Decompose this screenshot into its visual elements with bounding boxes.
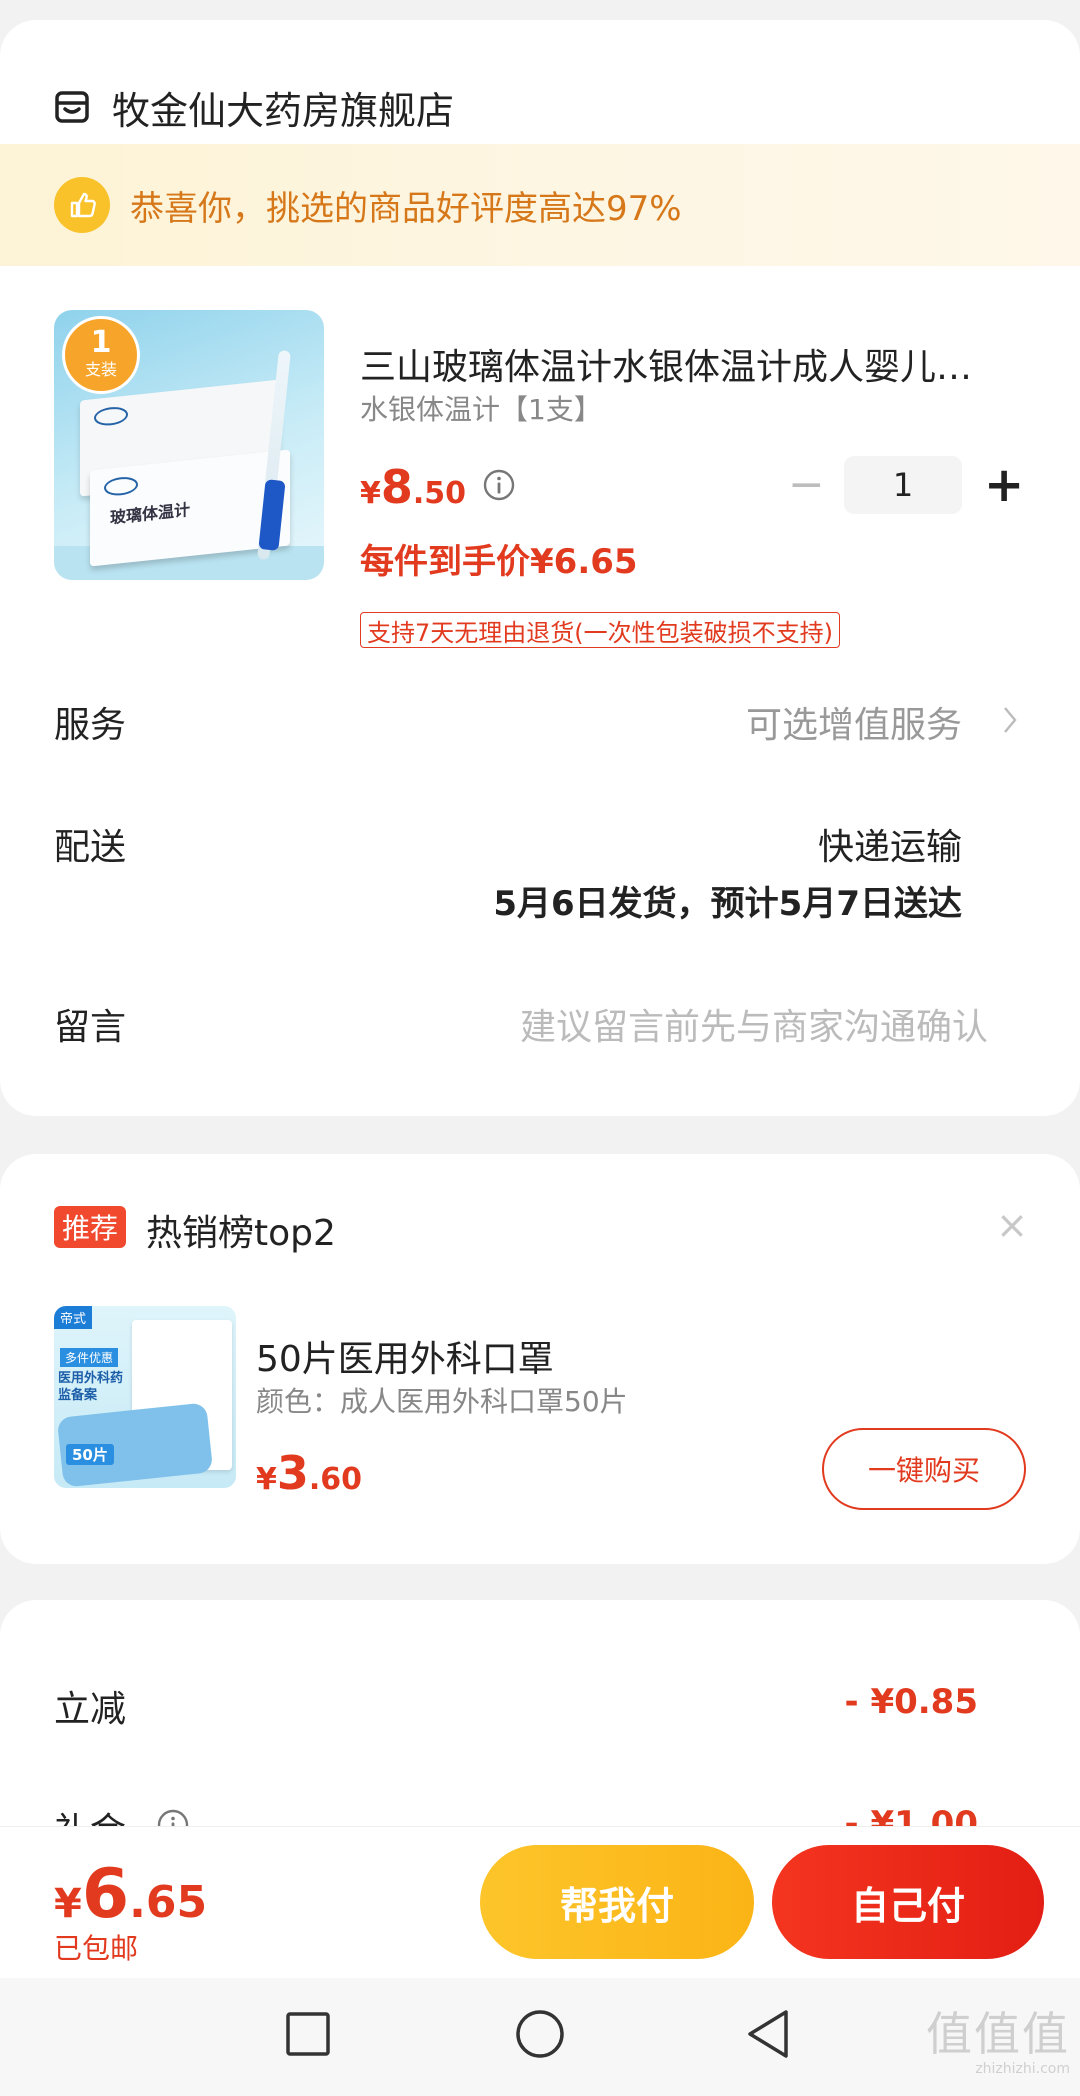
recommend-title: 热销榜top2 — [146, 1213, 336, 1254]
badge-number: 1 — [90, 325, 112, 360]
order-card: 牧金仙大药房旗舰店 恭喜你，挑选的商品好评度高达97% 玻璃体温计 1 支装 三… — [0, 20, 1080, 1116]
mask-product-image[interactable]: 帝式 多件优惠 医用外科药监备案 50片 — [54, 1306, 236, 1488]
product-spec[interactable]: 水银体温计【1支】 — [360, 388, 602, 428]
system-nav-bar: 值值值 zhizhizhi.com — [0, 1978, 1080, 2096]
site-watermark: 值值值 zhizhizhi.com — [926, 2008, 1070, 2078]
delivery-method: 快递运输 — [817, 827, 962, 868]
watermark-url: zhizhizhi.com — [975, 2061, 1070, 2077]
product-image[interactable]: 玻璃体温计 1 支装 — [54, 310, 324, 580]
recommend-tag: 推荐 — [54, 1206, 127, 1248]
back-icon[interactable] — [738, 2004, 798, 2064]
recommend-item-name[interactable]: 50片医用外科口罩 — [256, 1330, 554, 1382]
price-decimal: .60 — [308, 1462, 363, 1497]
recent-apps-icon[interactable] — [278, 2004, 338, 2064]
quantity-input[interactable]: 1 — [844, 456, 962, 514]
recommend-card: 推荐 热销榜top2 × 帝式 多件优惠 医用外科药监备案 50片 50片医用外… — [0, 1154, 1080, 1564]
price-currency: ¥ — [360, 476, 381, 511]
notice-text: 恭喜你，挑选的商品好评度高达97% — [130, 188, 682, 229]
pack-count-badge: 1 支装 — [62, 316, 140, 394]
recommend-item-color: 颜色：成人医用外科口罩50片 — [256, 1385, 628, 1418]
mask-image-promo: 多件优惠 — [60, 1348, 119, 1367]
discount-value: - ¥0.85 — [844, 1682, 979, 1722]
close-icon[interactable]: × — [996, 1206, 1028, 1244]
price-info-icon[interactable] — [482, 468, 516, 502]
one-click-buy-button[interactable]: 一键购买 — [822, 1428, 1026, 1510]
per-item-final-price: 每件到手价¥6.65 — [360, 542, 638, 582]
service-value[interactable]: 可选增值服务 — [746, 696, 962, 748]
help-pay-button[interactable]: 帮我付 — [480, 1845, 754, 1959]
total-currency: ¥ — [54, 1881, 82, 1927]
product-price: ¥ 8 .50 — [360, 460, 466, 514]
checkout-page: 牧金仙大药房旗舰店 恭喜你，挑选的商品好评度高达97% 玻璃体温计 1 支装 三… — [0, 0, 1080, 2096]
brand-logo-mark — [104, 475, 138, 498]
mask-image-count: 50片 — [66, 1444, 114, 1465]
price-integer: 8 — [380, 460, 413, 514]
delivery-date: 5月6日发货，预计5月7日送达 — [493, 884, 962, 924]
watermark-main: 值值值 — [926, 2007, 1070, 2061]
total-integer: 6 — [81, 1855, 130, 1934]
chevron-right-icon[interactable] — [1000, 702, 1020, 738]
price-decimal: .50 — [412, 476, 467, 511]
total-price: ¥ 6 .65 — [54, 1855, 207, 1934]
return-policy-tag: 支持7天无理由退货(一次性包装破损不支持) — [360, 612, 840, 648]
increase-button[interactable]: + — [984, 459, 1024, 511]
rating-notice: 恭喜你，挑选的商品好评度高达97% — [0, 144, 1080, 266]
badge-unit: 支装 — [84, 360, 117, 379]
recommend-item-price: ¥ 3 .60 — [256, 1446, 362, 1500]
total-decimal: .65 — [129, 1877, 208, 1928]
thumbs-up-icon — [54, 177, 110, 233]
price-currency: ¥ — [256, 1462, 277, 1497]
store-name: 牧金仙大药房旗舰店 — [112, 88, 455, 133]
mask-image-tag: 帝式 — [54, 1306, 93, 1329]
delivery-label: 配送 — [54, 827, 127, 868]
home-icon[interactable] — [510, 2004, 570, 2064]
box-label: 玻璃体温计 — [110, 499, 191, 528]
store-icon — [54, 89, 90, 125]
decrease-button[interactable]: − — [788, 459, 825, 511]
store-header[interactable]: 牧金仙大药房旗舰店 — [54, 62, 454, 152]
brand-logo-mark — [94, 405, 128, 428]
discount-label: 立减 — [54, 1689, 127, 1730]
message-label: 留言 — [54, 1007, 127, 1048]
free-shipping-label: 已包邮 — [54, 1932, 139, 1965]
message-input[interactable]: 建议留言前先与商家沟通确认 — [520, 998, 988, 1050]
quantity-stepper: − 1 + — [788, 456, 1024, 514]
mask-image-text: 医用外科药监备案 — [58, 1371, 124, 1403]
product-title[interactable]: 三山玻璃体温计水银体温计成人婴儿… — [360, 338, 1030, 390]
self-pay-button[interactable]: 自己付 — [772, 1845, 1044, 1959]
checkout-bar: ¥ 6 .65 已包邮 帮我付 自己付 — [0, 1826, 1080, 1978]
service-label: 服务 — [54, 705, 127, 746]
price-integer: 3 — [276, 1446, 309, 1500]
